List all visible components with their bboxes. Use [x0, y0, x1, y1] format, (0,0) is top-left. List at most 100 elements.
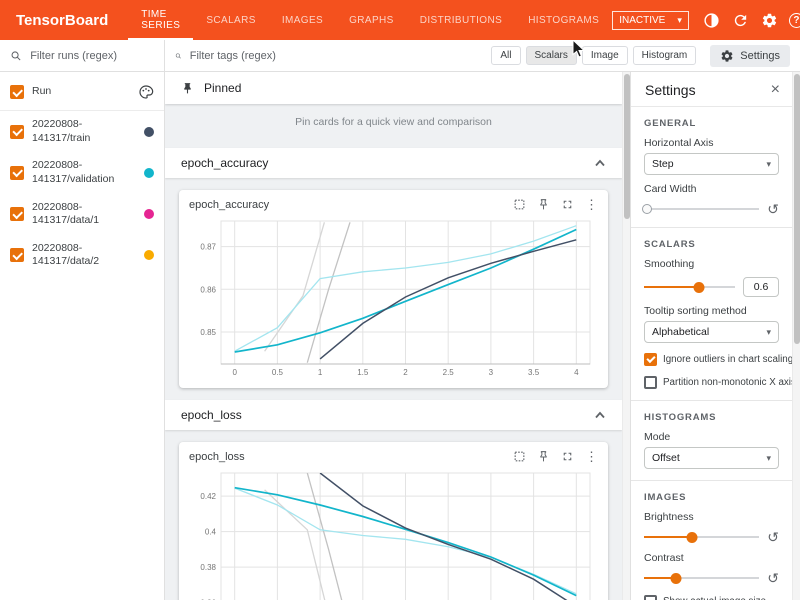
histogram-mode-select[interactable]: Offset ▾ [644, 447, 779, 469]
more-options-icon[interactable]: ⋮ [585, 450, 598, 463]
general-heading: GENERAL [644, 118, 779, 129]
tab-scalars[interactable]: SCALARS [193, 0, 269, 40]
run-name: 20220808-141317/validation [32, 159, 136, 186]
run-checkbox[interactable] [10, 125, 24, 139]
run-row-data-1[interactable]: 20220808-141317/data/1 [0, 194, 164, 235]
ignore-outliers-checkbox[interactable] [644, 353, 657, 366]
histogram-mode-value: Offset [652, 452, 680, 464]
pinned-title: Pinned [204, 81, 241, 95]
refresh-button[interactable] [731, 10, 751, 30]
section-epoch-loss[interactable]: epoch_loss [165, 400, 622, 430]
settings-button[interactable]: Settings [710, 45, 790, 67]
help-button[interactable]: ? [789, 13, 800, 28]
partition-x-checkbox-row[interactable]: Partition non-monotonic X axis i [644, 376, 779, 389]
chevron-down-icon: ▾ [766, 327, 771, 338]
show-actual-size-checkbox[interactable] [644, 595, 657, 600]
filter-chip-all[interactable]: All [491, 46, 520, 65]
run-color-dot [144, 127, 154, 137]
tab-images[interactable]: IMAGES [269, 0, 336, 40]
main-scrollbar[interactable] [622, 72, 630, 600]
reset-icon[interactable]: ↺ [767, 202, 779, 216]
partition-x-checkbox[interactable] [644, 376, 657, 389]
scalar-card-epoch-accuracy: epoch_accuracy ⋮ 00.511.522.533.540.850.… [179, 190, 608, 388]
run-checkbox[interactable] [10, 248, 24, 262]
pin-icon[interactable] [537, 450, 550, 463]
settings-gear-button[interactable] [760, 10, 780, 30]
contrast-slider[interactable] [644, 571, 759, 585]
runs-filter-input[interactable] [28, 49, 154, 63]
tab-time-series[interactable]: TIME SERIES [128, 0, 193, 40]
run-column-header: Run [32, 85, 130, 99]
tag-filter-chips: All Scalars Image Histogram [491, 46, 696, 65]
run-row-data-2[interactable]: 20220808-141317/data/2 [0, 235, 164, 276]
ignore-outliers-checkbox-row[interactable]: Ignore outliers in chart scaling [644, 353, 779, 366]
svg-text:1.5: 1.5 [357, 368, 369, 377]
run-name: 20220808-141317/data/1 [32, 201, 136, 228]
chevron-up-icon[interactable] [594, 411, 606, 419]
tooltip-sorting-select[interactable]: Alphabetical ▾ [644, 321, 779, 343]
runs-filter [0, 40, 165, 71]
run-row-train[interactable]: 20220808-141317/train [0, 111, 164, 152]
svg-text:3: 3 [489, 368, 494, 377]
epoch-accuracy-chart[interactable]: 00.511.522.533.540.850.860.87 [189, 215, 598, 380]
chevron-down-icon: ▾ [677, 15, 682, 26]
refresh-icon [732, 12, 749, 29]
card-width-slider[interactable] [644, 202, 759, 216]
chevron-up-icon[interactable] [594, 159, 606, 167]
tab-distributions[interactable]: DISTRIBUTIONS [407, 0, 515, 40]
fit-to-data-icon[interactable] [513, 198, 526, 211]
horizontal-axis-select[interactable]: Step ▾ [644, 153, 779, 175]
tags-filter-input[interactable] [188, 49, 486, 63]
theme-toggle-button[interactable] [702, 10, 722, 30]
chevron-down-icon: ▾ [766, 159, 771, 170]
svg-text:4: 4 [574, 368, 579, 377]
palette-icon[interactable] [138, 84, 154, 100]
cards-area: Pinned Pin cards for a quick view and co… [165, 72, 622, 600]
fullscreen-icon[interactable] [561, 450, 574, 463]
reset-icon[interactable]: ↺ [767, 571, 779, 585]
histograms-heading: HISTOGRAMS [644, 412, 779, 423]
scrollbar-thumb[interactable] [794, 74, 800, 344]
filter-chip-histogram[interactable]: Histogram [633, 46, 697, 65]
select-all-checkbox[interactable] [10, 85, 24, 99]
tab-histograms[interactable]: HISTOGRAMS [515, 0, 612, 40]
card-width-label: Card Width [644, 183, 779, 195]
card-title: epoch_accuracy [189, 199, 269, 211]
partition-x-label: Partition non-monotonic X axis [663, 377, 792, 388]
epoch-loss-chart[interactable]: 00.511.522.533.540.360.380.40.42 [189, 467, 598, 600]
svg-text:0.87: 0.87 [200, 243, 216, 252]
tooltip-sorting-label: Tooltip sorting method [644, 305, 779, 317]
brightness-slider[interactable] [644, 530, 759, 544]
close-icon[interactable]: × [771, 82, 780, 98]
svg-text:0.86: 0.86 [200, 285, 216, 294]
section-epoch-accuracy[interactable]: epoch_accuracy [165, 148, 622, 178]
fullscreen-icon[interactable] [561, 198, 574, 211]
tab-graphs[interactable]: GRAPHS [336, 0, 407, 40]
scrollbar-thumb[interactable] [624, 74, 630, 219]
pinned-empty-message: Pin cards for a quick view and compariso… [165, 104, 622, 140]
svg-text:0.42: 0.42 [200, 492, 216, 501]
smoothing-value-input[interactable] [743, 277, 779, 297]
filter-chip-scalars[interactable]: Scalars [526, 46, 577, 65]
pin-icon [181, 82, 194, 95]
filter-chip-image[interactable]: Image [582, 46, 628, 65]
reset-icon[interactable]: ↺ [767, 530, 779, 544]
settings-scrollbar[interactable] [792, 72, 800, 600]
run-select-all-row[interactable]: Run [0, 74, 164, 111]
content: Run 20220808-141317/train 20220808-14131… [0, 72, 800, 600]
fit-to-data-icon[interactable] [513, 450, 526, 463]
pin-icon[interactable] [537, 198, 550, 211]
run-checkbox[interactable] [10, 166, 24, 180]
chevron-down-icon: ▾ [766, 453, 771, 464]
more-options-icon[interactable]: ⋮ [585, 198, 598, 211]
svg-text:0.4: 0.4 [205, 528, 217, 537]
smoothing-slider[interactable] [644, 280, 735, 294]
main-nav: TIME SERIES SCALARS IMAGES GRAPHS DISTRI… [128, 0, 612, 40]
show-actual-size-checkbox-row[interactable]: Show actual image size [644, 595, 779, 600]
run-row-validation[interactable]: 20220808-141317/validation [0, 152, 164, 193]
run-color-dot [144, 168, 154, 178]
run-name: 20220808-141317/train [32, 118, 136, 145]
contrast-icon [703, 12, 720, 29]
reload-status-dropdown[interactable]: INACTIVE ▾ [612, 11, 689, 30]
run-checkbox[interactable] [10, 207, 24, 221]
